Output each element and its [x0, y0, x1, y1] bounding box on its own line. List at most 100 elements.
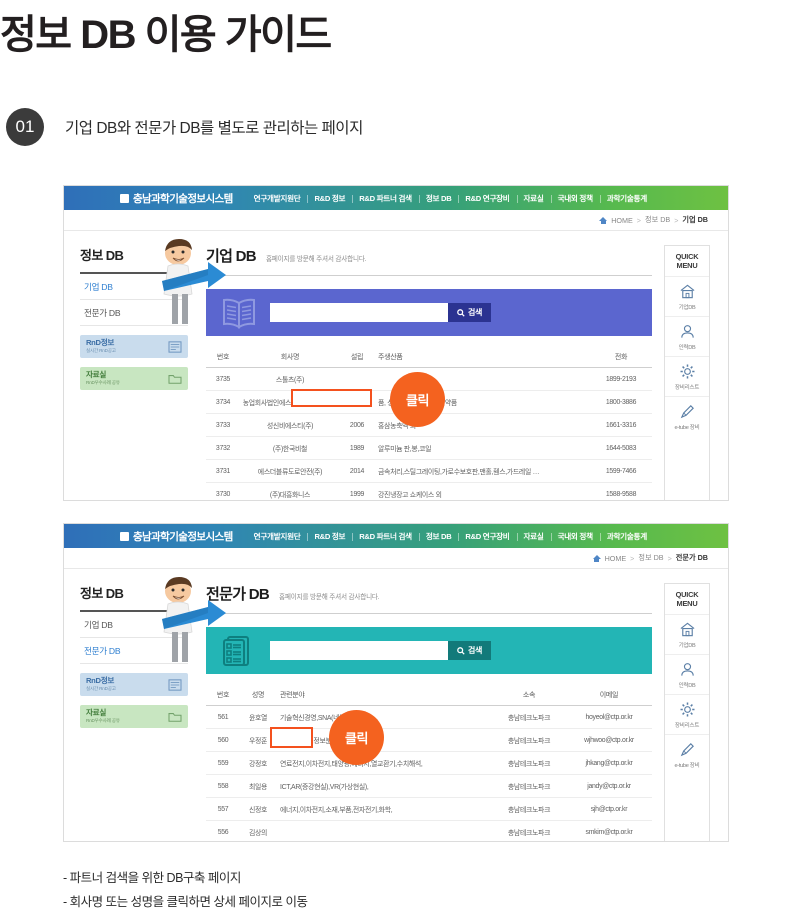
page-body: 정보 DB 기업 DB 전문가 DB RnD정보 실시간 RnD공고 자료실 R…	[64, 231, 728, 500]
nav-item-5[interactable]: 자료실	[516, 531, 551, 542]
quick-item-personnel-db[interactable]: 인력DB	[665, 315, 709, 356]
caption-line-2: - 회사명 또는 성명을 클릭하면 상세 페이지로 이동	[63, 895, 308, 910]
nav-item-7[interactable]: 과학기술통계	[599, 193, 654, 204]
cell-email: hoyeol@ctp.or.kr	[566, 705, 652, 729]
quick-item-label: 기업DB	[678, 304, 696, 311]
banner-archive-title: 자료실	[86, 708, 107, 718]
quick-item-equipment-list[interactable]: 장비리스트	[665, 693, 709, 734]
cell-name[interactable]: 강정호	[240, 751, 276, 775]
quick-item-etube-equipment[interactable]: e-tube 장비	[665, 733, 709, 774]
table-row[interactable]: 561 윤호열 기술혁신경영,SNA(네트워크분석)… 충남테크노파크 hoye…	[206, 705, 652, 729]
search-button[interactable]: 검색	[448, 641, 492, 660]
breadcrumb-section[interactable]: 정보 DB	[645, 215, 670, 225]
pen-icon	[680, 742, 694, 756]
cell-year: 2014	[340, 459, 374, 483]
left-nav-item-company-db[interactable]: 기업 DB	[80, 274, 188, 300]
nav-item-0[interactable]: 연구개발지원단	[247, 193, 308, 204]
quick-item-label: 인력DB	[678, 682, 696, 689]
breadcrumb-section[interactable]: 정보 DB	[638, 553, 663, 563]
search-panel: 검색	[206, 627, 652, 674]
breadcrumb-separator: >	[630, 553, 635, 563]
cell-no: 560	[206, 728, 240, 752]
nav-item-2[interactable]: R&D 파트너 검색	[352, 531, 419, 542]
cell-name[interactable]: 최일용	[240, 774, 276, 798]
left-nav-item-company-db[interactable]: 기업 DB	[80, 612, 188, 638]
cell-name[interactable]: 신정호	[240, 797, 276, 821]
quick-item-company-db[interactable]: 기업DB	[665, 613, 709, 654]
table-row[interactable]: 3731 에스더블류도로안전(주) 2014 금속처리,스틸그레이팅,가로수보호…	[206, 459, 652, 483]
nav-item-4[interactable]: R&D 연구장비	[458, 193, 516, 204]
table-row[interactable]: 3734 농업회사법인에스에스바이오팜(주) 품, 성형공학제품, 원료의약품 …	[206, 390, 652, 414]
search-icon	[457, 308, 465, 317]
nav-item-0[interactable]: 연구개발지원단	[247, 531, 308, 542]
banner-archive[interactable]: 자료실 RnD우수사례 공유	[80, 367, 188, 390]
cell-product: 강진냉장고 쇼케이스 외	[374, 482, 590, 500]
left-nav-item-expert-db[interactable]: 전문가 DB	[80, 300, 188, 326]
quick-menu-title: QUICK MENU	[676, 590, 699, 614]
table-row[interactable]: 3730 (주)대흥화니스 1999 강진냉장고 쇼케이스 외 1588-958…	[206, 482, 652, 500]
search-button[interactable]: 검색	[448, 303, 492, 322]
cell-org: 충남테크노파크	[492, 820, 566, 841]
cell-company[interactable]: 에스더블류도로안전(주)	[240, 459, 340, 483]
cell-name[interactable]: 윤호열	[240, 705, 276, 729]
cell-company[interactable]: 성신비에스티(주)	[240, 413, 340, 437]
nav-item-6[interactable]: 국내외 정책	[550, 193, 600, 204]
breadcrumb-home[interactable]: HOME	[605, 554, 627, 563]
cell-tel: 1899-2193	[590, 367, 652, 391]
page-heading: 전문가 DB	[206, 586, 270, 603]
table-row[interactable]: 3732 (주)한국비철 1989 알루미늄 판,봉,코일 1644-5083	[206, 436, 652, 460]
banner-archive-sub: RnD우수사례 공유	[86, 380, 120, 386]
cell-no: 557	[206, 797, 240, 821]
document-icon	[168, 678, 182, 691]
nav-item-7[interactable]: 과학기술통계	[599, 531, 654, 542]
table-header-row: 번호 성명 관련분야 소속 이메일	[206, 685, 652, 706]
nav-item-1[interactable]: R&D 정보	[307, 531, 352, 542]
quick-item-equipment-list[interactable]: 장비리스트	[665, 355, 709, 396]
table-row[interactable]: 556 김상의 충남테크노파크 smkim@ctp.or.kr	[206, 820, 652, 841]
nav-item-3[interactable]: 정보 DB	[418, 531, 459, 542]
quick-item-personnel-db[interactable]: 인력DB	[665, 653, 709, 694]
table-row[interactable]: 560 우정훈 뇌과학,의약,정보분석, 충남테크노파크 wjhwoo@ctp.…	[206, 728, 652, 752]
banner-rnd-info[interactable]: RnD정보 실시간 RnD공고	[80, 335, 188, 358]
nav-item-4[interactable]: R&D 연구장비	[458, 531, 516, 542]
cell-year	[340, 367, 374, 391]
nav-item-5[interactable]: 자료실	[516, 193, 551, 204]
nav-item-6[interactable]: 국내외 정책	[550, 531, 600, 542]
nav-item-3[interactable]: 정보 DB	[418, 193, 459, 204]
col-email: 이메일	[566, 685, 652, 706]
table-row[interactable]: 3733 성신비에스티(주) 2006 홍삼농축액 외 1661-3316	[206, 413, 652, 437]
search-input[interactable]	[270, 641, 448, 660]
nav-item-2[interactable]: R&D 파트너 검색	[352, 193, 419, 204]
cell-year	[340, 390, 374, 414]
left-nav-item-expert-db[interactable]: 전문가 DB	[80, 638, 188, 664]
banner-archive[interactable]: 자료실 RnD우수사례 공유	[80, 705, 188, 728]
cell-name[interactable]: 김상의	[240, 820, 276, 841]
quick-item-company-db[interactable]: 기업DB	[665, 275, 709, 316]
banner-rnd-info[interactable]: RnD정보 실시간 RnD공고	[80, 673, 188, 696]
cell-no: 558	[206, 774, 240, 798]
cell-field: ICT,AR(증강현실),VR(가상현실),	[276, 774, 492, 798]
page-heading: 기업 DB	[206, 248, 257, 265]
banner-archive-title: 자료실	[86, 370, 107, 380]
quick-item-label: e-tube 장비	[674, 424, 700, 431]
site-logo[interactable]: 충남과학기술정보시스템	[120, 529, 233, 544]
table-row[interactable]: 559 강정호 연료전지,이차전지,태양광,에너지,열교환기,수치해석, 충남테…	[206, 751, 652, 775]
quick-item-etube-equipment[interactable]: e-tube 장비	[665, 395, 709, 436]
breadcrumb-home[interactable]: HOME	[611, 216, 633, 225]
cell-company[interactable]: 농업회사법인에스에스바이오팜(주)	[240, 390, 340, 414]
table-row[interactable]: 557 신정호 에너지,이차전지,소재,부품,전자전기,화학, 충남테크노파크 …	[206, 797, 652, 821]
search-input[interactable]	[270, 303, 448, 322]
nav-item-1[interactable]: R&D 정보	[307, 193, 352, 204]
table-row[interactable]: 3735 스톨츠(주) 1899-2193	[206, 367, 652, 391]
cell-company[interactable]: (주)한국비철	[240, 436, 340, 460]
cell-company[interactable]: 스톨츠(주)	[240, 367, 340, 391]
breadcrumb-separator: >	[674, 215, 679, 225]
table-row[interactable]: 558 최일용 ICT,AR(증강현실),VR(가상현실), 충남테크노파크 j…	[206, 774, 652, 798]
site-logo[interactable]: 충남과학기술정보시스템	[120, 191, 233, 206]
cell-company[interactable]: (주)대흥화니스	[240, 482, 340, 500]
breadcrumb: HOME > 정보 DB > 전문가 DB	[592, 553, 708, 563]
quick-menu: QUICK MENU 기업DB 인력DB 장비리스트 e-tube 장비	[664, 245, 710, 500]
col-company: 회사명	[240, 347, 340, 368]
cell-name[interactable]: 우정훈	[240, 728, 276, 752]
brand-name: 충남과학기술정보시스템	[133, 192, 233, 205]
